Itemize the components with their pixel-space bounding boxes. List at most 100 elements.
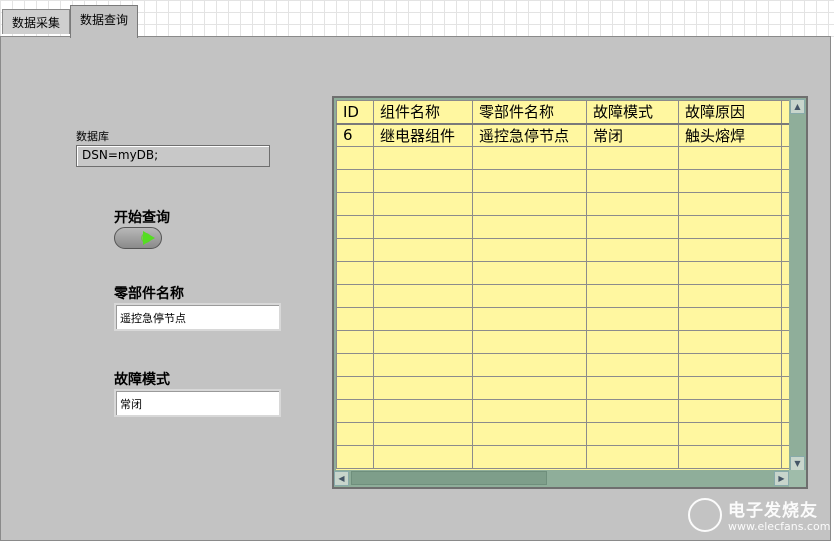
table-cell[interactable] (678, 284, 782, 308)
table-cell[interactable] (586, 422, 679, 446)
table-cell[interactable] (472, 445, 587, 469)
table-cell[interactable] (373, 399, 473, 423)
table-cell[interactable] (336, 376, 374, 400)
table-cell[interactable] (678, 261, 782, 285)
scroll-down-icon[interactable]: ▼ (790, 456, 805, 471)
table-cell[interactable] (678, 376, 782, 400)
scroll-right-icon[interactable]: ▶ (774, 471, 789, 486)
table-cell[interactable] (678, 330, 782, 354)
table-cell[interactable] (586, 307, 679, 331)
table-cell[interactable] (336, 445, 374, 469)
table-cell[interactable]: 遥控急停节点 (472, 123, 587, 147)
table-cell[interactable] (373, 307, 473, 331)
table-cell[interactable] (678, 307, 782, 331)
table-cell[interactable] (586, 169, 679, 193)
table-cell[interactable] (373, 284, 473, 308)
horizontal-scroll-thumb[interactable] (351, 471, 547, 485)
table-row (336, 284, 791, 308)
table-cell[interactable] (678, 399, 782, 423)
table-cell[interactable] (336, 238, 374, 262)
table-row (336, 215, 791, 239)
table-cell[interactable] (678, 169, 782, 193)
table-cell[interactable] (586, 261, 679, 285)
table-cell[interactable] (373, 238, 473, 262)
table-cell[interactable] (336, 146, 374, 170)
table-cell[interactable] (336, 307, 374, 331)
table-cell[interactable] (472, 307, 587, 331)
table-cell[interactable] (586, 192, 679, 216)
table-row (336, 261, 791, 285)
table-cell[interactable] (472, 169, 587, 193)
table-row (336, 307, 791, 331)
table-cell[interactable] (586, 330, 679, 354)
table-cell[interactable] (373, 215, 473, 239)
table-cell[interactable] (586, 399, 679, 423)
table-cell[interactable] (472, 399, 587, 423)
table-cell[interactable] (336, 399, 374, 423)
table-header-cell[interactable]: 故障原因 (678, 100, 782, 125)
table-cell[interactable] (472, 261, 587, 285)
vertical-scrollbar[interactable]: ▲ ▼ (789, 98, 806, 471)
table-cell[interactable] (373, 146, 473, 170)
table-cell[interactable] (472, 146, 587, 170)
table-cell[interactable] (336, 169, 374, 193)
table-row (336, 399, 791, 423)
table-cell[interactable]: 触头熔焊 (678, 123, 782, 147)
table-cell[interactable] (373, 353, 473, 377)
part-name-input[interactable]: 遥控急停节点 (114, 303, 281, 331)
table-cell[interactable] (678, 238, 782, 262)
tab-data-acquisition[interactable]: 数据采集 (2, 9, 70, 34)
table-cell[interactable] (336, 215, 374, 239)
horizontal-scrollbar[interactable]: ◀ ▶ (334, 470, 791, 487)
table-cell[interactable] (373, 445, 473, 469)
table-cell[interactable] (336, 284, 374, 308)
table-cell[interactable] (336, 422, 374, 446)
table-cell[interactable] (472, 238, 587, 262)
table-header-cell[interactable]: 组件名称 (373, 100, 473, 125)
table-cell[interactable] (678, 422, 782, 446)
table-cell[interactable] (678, 445, 782, 469)
table-cell[interactable] (472, 353, 587, 377)
table-cell[interactable] (336, 261, 374, 285)
table-cell[interactable] (678, 146, 782, 170)
table-cell[interactable] (678, 192, 782, 216)
start-query-button[interactable] (114, 227, 162, 249)
table-header-cell[interactable]: 故障模式 (586, 100, 679, 125)
table-cell[interactable] (373, 330, 473, 354)
table-cell[interactable]: 继电器组件 (373, 123, 473, 147)
table-cell[interactable] (586, 238, 679, 262)
table-cell[interactable] (472, 376, 587, 400)
table-cell[interactable] (586, 353, 679, 377)
table-header-cell[interactable]: 零部件名称 (472, 100, 587, 125)
table-cell[interactable] (373, 422, 473, 446)
table-cell[interactable]: 6 (336, 123, 374, 147)
table-row (336, 422, 791, 446)
table-cell[interactable] (586, 146, 679, 170)
watermark: 电子发烧友 www.elecfans.com (688, 494, 830, 538)
table-cell[interactable] (336, 192, 374, 216)
tab-data-query[interactable]: 数据查询 (70, 5, 138, 38)
fault-mode-input[interactable]: 常闭 (114, 389, 281, 417)
table-cell[interactable] (586, 215, 679, 239)
table-cell[interactable] (678, 353, 782, 377)
table-cell[interactable] (373, 192, 473, 216)
table-cell[interactable] (586, 376, 679, 400)
table-cell[interactable] (336, 330, 374, 354)
table-cell[interactable] (472, 330, 587, 354)
scroll-up-icon[interactable]: ▲ (790, 99, 805, 114)
table-cell[interactable] (472, 215, 587, 239)
table-cell[interactable] (586, 445, 679, 469)
table-cell[interactable] (373, 261, 473, 285)
table-cell[interactable] (472, 422, 587, 446)
table-cell[interactable] (336, 353, 374, 377)
table-cell[interactable] (472, 284, 587, 308)
table-header-cell[interactable]: ID (336, 100, 374, 125)
table-cell[interactable] (373, 169, 473, 193)
scroll-left-icon[interactable]: ◀ (334, 471, 349, 486)
table-cell[interactable] (678, 215, 782, 239)
table-cell[interactable] (472, 192, 587, 216)
table-cell[interactable] (373, 376, 473, 400)
table-cell[interactable] (586, 284, 679, 308)
table-cell[interactable]: 常闭 (586, 123, 679, 147)
dsn-field[interactable]: DSN=myDB; (76, 145, 270, 167)
